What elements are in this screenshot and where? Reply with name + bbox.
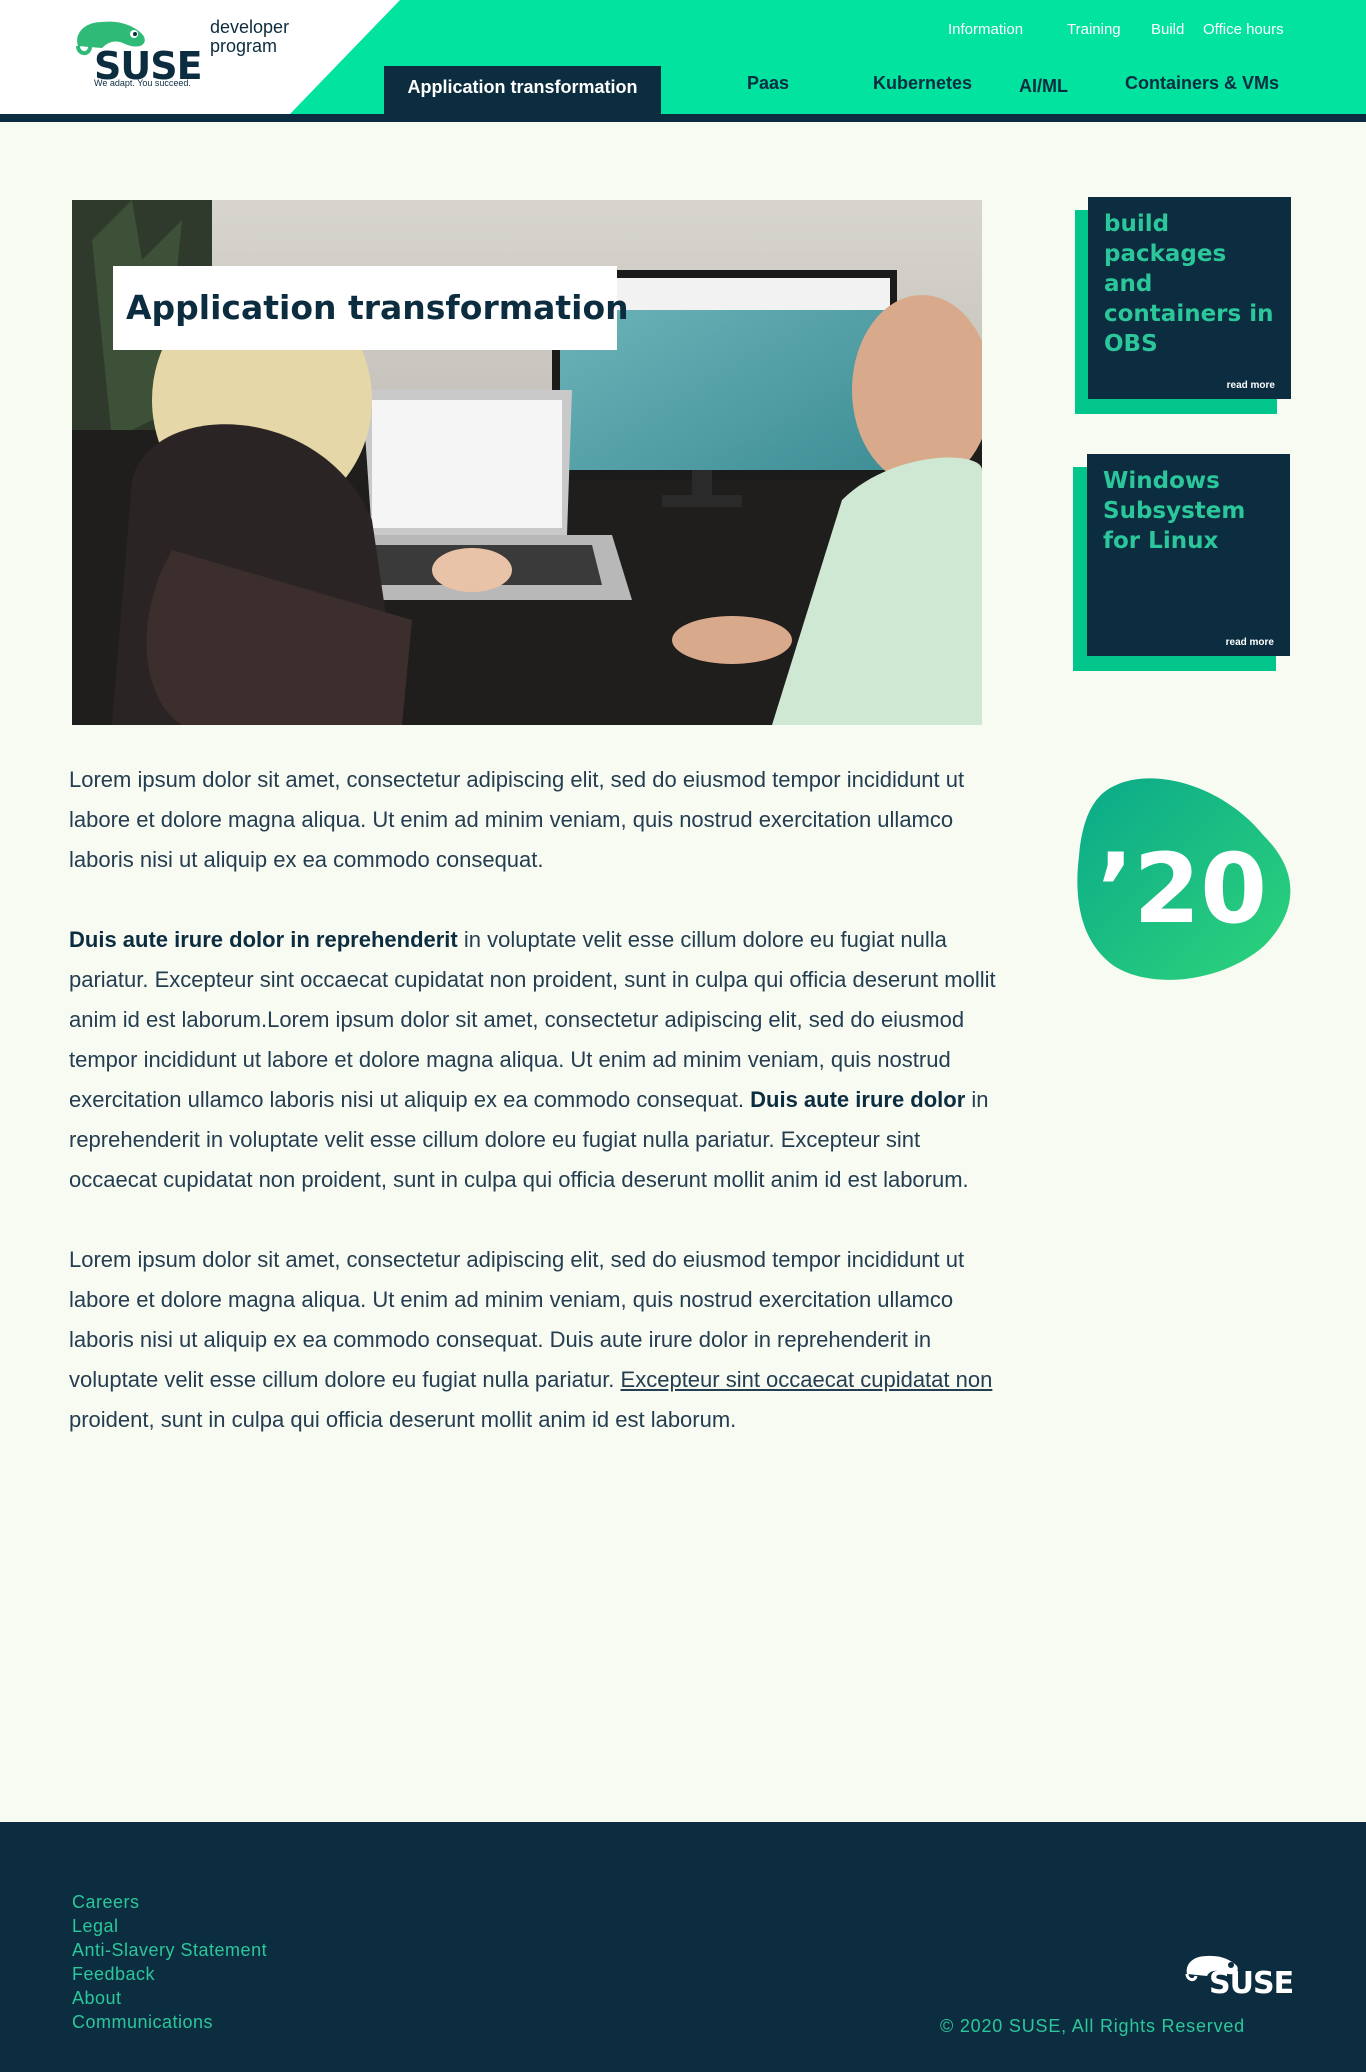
footer-link-legal[interactable]: Legal (72, 1914, 267, 1938)
footer-link-feedback[interactable]: Feedback (72, 1962, 267, 1986)
year-2020-badge: ’20 (1077, 778, 1291, 980)
nav-tab-application-transformation[interactable]: Application transformation (384, 66, 661, 114)
footer-link-communications[interactable]: Communications (72, 2010, 267, 2034)
hero-title-box: Application transformation (113, 266, 629, 350)
card-obs[interactable]: build packages and containers in OBS rea… (1088, 197, 1291, 399)
card-wsl[interactable]: Windows Subsystem for Linux read more (1087, 454, 1290, 656)
nav-tab-paas[interactable]: Paas (747, 73, 789, 94)
article-paragraph-2: Duis aute irure dolor in reprehenderit i… (69, 927, 996, 1192)
footer-links: Careers Legal Anti-Slavery Statement Fee… (72, 1890, 267, 2034)
article-inline-link[interactable]: Excepteur sint occaecat cupidatat non (621, 1367, 993, 1392)
header-divider (0, 114, 1366, 122)
read-more-link[interactable]: read more (1226, 637, 1274, 648)
nav-tab-containers-vms[interactable]: Containers & VMs (1125, 73, 1279, 94)
top-link-information[interactable]: Information (948, 21, 1023, 38)
site-footer: Careers Legal Anti-Slavery Statement Fee… (0, 1822, 1366, 2072)
suse-logo[interactable]: SUSE We adapt. You succeed. (72, 16, 207, 92)
card-title: build packages and containers in OBS (1104, 211, 1274, 357)
top-link-build[interactable]: Build (1151, 21, 1184, 38)
nav-tab-ai-ml[interactable]: AI/ML (1019, 76, 1068, 97)
article-body: Lorem ipsum dolor sit amet, consectetur … (69, 760, 999, 1480)
developer-program-label: developer program (210, 17, 290, 56)
top-link-office-hours[interactable]: Office hours (1203, 21, 1284, 38)
read-more-link[interactable]: read more (1227, 380, 1275, 391)
top-link-training[interactable]: Training (1067, 21, 1121, 38)
badge-text: ’20 (1097, 833, 1267, 945)
footer-link-anti-slavery[interactable]: Anti-Slavery Statement (72, 1938, 267, 1962)
footer-link-careers[interactable]: Careers (72, 1890, 267, 1914)
copyright-text: © 2020 SUSE, All Rights Reserved (940, 2016, 1245, 2036)
footer-suse-logo[interactable]: SUSE (1183, 1952, 1294, 2004)
page-title: Application transformation (126, 288, 629, 327)
article-paragraph-3: Lorem ipsum dolor sit amet, consectetur … (69, 1247, 993, 1432)
footer-link-about[interactable]: About (72, 1986, 267, 2010)
nav-tab-kubernetes[interactable]: Kubernetes (873, 73, 972, 94)
footer-logo-wordmark: SUSE (1209, 1966, 1294, 2001)
article-paragraph-1: Lorem ipsum dolor sit amet, consectetur … (69, 767, 965, 872)
logo-tagline: We adapt. You succeed. (94, 78, 191, 88)
card-title: Windows Subsystem for Linux (1103, 468, 1246, 554)
